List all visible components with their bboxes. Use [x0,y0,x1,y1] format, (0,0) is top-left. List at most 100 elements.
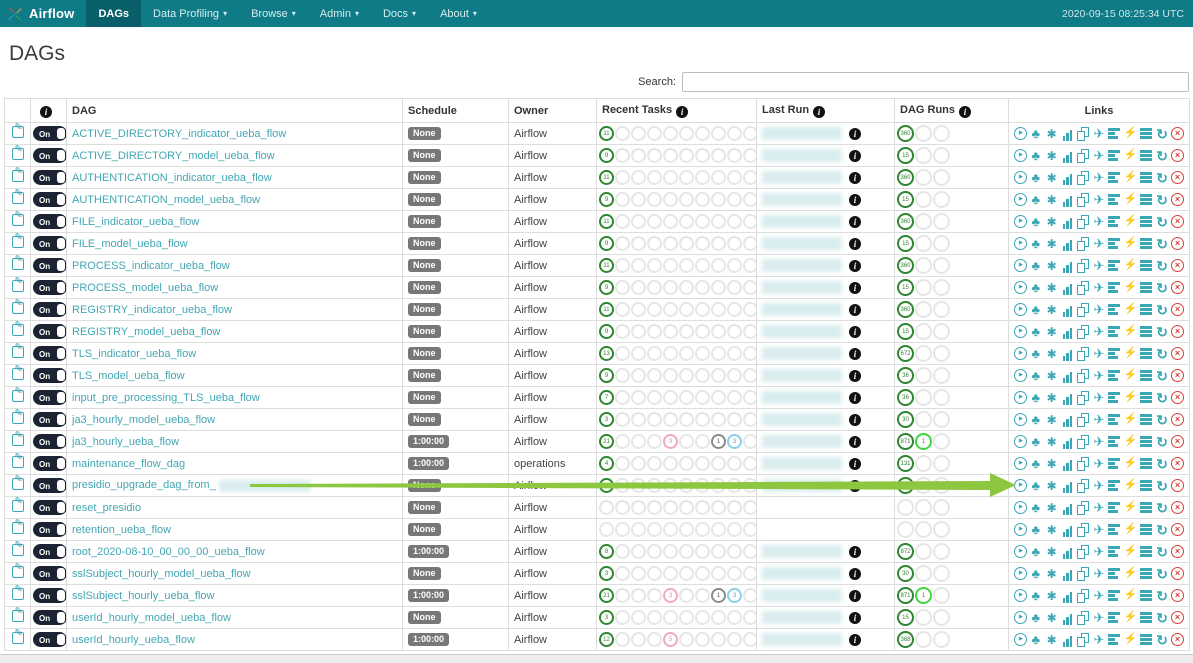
recent-task-circle[interactable] [695,280,710,295]
tree-view-icon[interactable] [1029,281,1043,295]
recent-task-circle[interactable] [711,632,726,647]
tree-view-icon[interactable] [1029,259,1043,273]
recent-task-circle[interactable] [647,412,662,427]
recent-task-circle[interactable]: 21 [599,434,614,449]
recent-task-circle[interactable] [615,368,630,383]
dag-run-circle[interactable]: 131 [897,455,914,472]
recent-task-circle[interactable] [695,632,710,647]
recent-task-circle[interactable] [743,500,757,515]
recent-task-circle[interactable] [679,588,694,603]
dag-link[interactable]: presidio_upgrade_dag_from_ [72,479,216,491]
recent-task-circle[interactable] [743,478,757,493]
gantt-view-icon[interactable] [1108,171,1122,185]
recent-task-circle[interactable] [695,500,710,515]
recent-task-circle[interactable] [695,236,710,251]
recent-task-circle[interactable] [695,324,710,339]
nav-item-docs[interactable]: Docs▾ [371,0,428,27]
pause-toggle[interactable]: On [33,302,67,317]
delete-dag-icon[interactable] [1171,127,1184,140]
recent-task-circle[interactable] [743,126,757,141]
dag-details-icon[interactable] [1139,325,1153,339]
recent-task-circle[interactable] [679,390,694,405]
gantt-view-icon[interactable] [1108,347,1122,361]
delete-dag-icon[interactable] [1171,391,1184,404]
landing-times-icon[interactable] [1092,501,1106,515]
dag-details-icon[interactable] [1139,127,1153,141]
recent-task-circle[interactable] [727,412,742,427]
code-view-icon[interactable] [1124,127,1138,141]
code-view-icon[interactable] [1124,589,1138,603]
trigger-dag-icon[interactable] [1014,127,1027,140]
dag-details-icon[interactable] [1139,149,1153,163]
tree-view-icon[interactable] [1029,523,1043,537]
recent-task-circle[interactable] [679,324,694,339]
recent-task-circle[interactable] [615,346,630,361]
edit-dag-icon[interactable] [12,500,24,512]
nav-item-dags[interactable]: DAGs [86,0,141,27]
delete-dag-icon[interactable] [1171,457,1184,470]
recent-task-circle[interactable] [663,258,678,273]
graph-view-icon[interactable] [1045,215,1059,229]
recent-task-circle[interactable] [727,632,742,647]
dag-link[interactable]: root_2020-08-10_00_00_00_ueba_flow [72,546,265,558]
recent-task-circle[interactable] [727,280,742,295]
dag-details-icon[interactable] [1139,237,1153,251]
graph-view-icon[interactable] [1045,611,1059,625]
dag-details-icon[interactable] [1139,347,1153,361]
dag-run-circle[interactable] [933,477,950,494]
recent-task-circle[interactable] [679,280,694,295]
dag-link[interactable]: userId_hourly_model_ueba_flow [72,612,231,624]
nav-item-about[interactable]: About▾ [428,0,489,27]
dag-run-circle[interactable] [915,367,932,384]
pause-toggle[interactable]: On [33,500,67,515]
recent-task-circle[interactable] [711,258,726,273]
recent-task-circle[interactable] [647,478,662,493]
graph-view-icon[interactable] [1045,457,1059,471]
landing-times-icon[interactable] [1092,369,1106,383]
dag-run-circle[interactable] [897,521,914,538]
edit-dag-icon[interactable] [12,566,24,578]
search-input[interactable] [682,72,1189,92]
dag-details-icon[interactable] [1139,391,1153,405]
recent-task-circle[interactable] [615,544,630,559]
dag-run-circle[interactable] [915,565,932,582]
recent-task-circle[interactable] [631,566,646,581]
recent-task-circle[interactable] [631,412,646,427]
task-duration-icon[interactable] [1060,215,1074,229]
dag-link[interactable]: userId_hourly_ueba_flow [72,634,195,646]
code-view-icon[interactable] [1124,369,1138,383]
dag-run-circle[interactable] [915,235,932,252]
recent-task-circle[interactable] [647,368,662,383]
recent-task-circle[interactable] [615,434,630,449]
trigger-dag-icon[interactable] [1014,413,1027,426]
recent-task-circle[interactable] [647,192,662,207]
task-duration-icon[interactable] [1060,457,1074,471]
recent-task-circle[interactable] [615,170,630,185]
dag-run-circle[interactable] [933,323,950,340]
recent-task-circle[interactable] [727,390,742,405]
delete-dag-icon[interactable] [1171,523,1184,536]
recent-task-circle[interactable]: 11 [599,258,614,273]
task-tries-icon[interactable] [1076,325,1090,339]
task-duration-icon[interactable] [1060,369,1074,383]
refresh-dag-icon[interactable] [1155,479,1169,493]
recent-task-circle[interactable] [647,566,662,581]
dag-link[interactable]: REGISTRY_indicator_ueba_flow [72,304,232,316]
landing-times-icon[interactable] [1092,215,1106,229]
recent-task-circle[interactable] [647,302,662,317]
recent-task-circle[interactable] [663,148,678,163]
dag-run-circle[interactable]: 36 [897,367,914,384]
pause-toggle[interactable]: On [33,588,67,603]
recent-task-circle[interactable] [727,148,742,163]
refresh-dag-icon[interactable] [1155,193,1169,207]
tree-view-icon[interactable] [1029,303,1043,317]
edit-dag-icon[interactable] [12,456,24,468]
tree-view-icon[interactable] [1029,457,1043,471]
recent-task-circle[interactable] [743,214,757,229]
recent-task-circle[interactable] [727,456,742,471]
dag-run-circle[interactable] [933,345,950,362]
dag-details-icon[interactable] [1139,215,1153,229]
delete-dag-icon[interactable] [1171,501,1184,514]
tree-view-icon[interactable] [1029,347,1043,361]
code-view-icon[interactable] [1124,303,1138,317]
